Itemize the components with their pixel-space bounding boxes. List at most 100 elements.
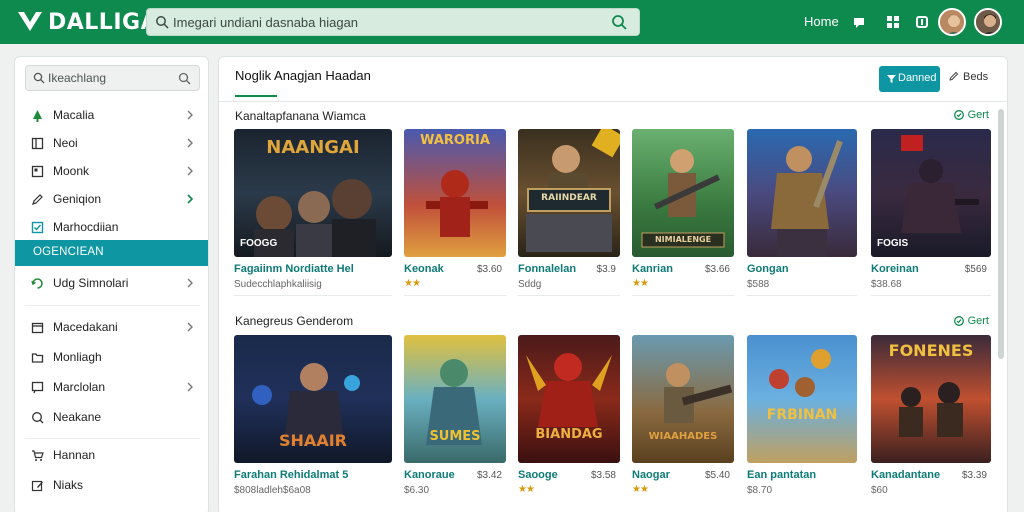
card-thumbnail: NAANGAI FOOGG <box>234 129 392 257</box>
pencil-icon <box>32 194 43 205</box>
card-subtitle: $6.30 <box>404 485 430 496</box>
avatar[interactable] <box>938 8 966 36</box>
settings-icon[interactable] <box>914 14 930 30</box>
card-rating: ★★ <box>404 278 421 289</box>
search-submit-icon[interactable] <box>178 72 191 85</box>
sidebar-item-macedakani[interactable]: Macedakani <box>15 314 208 340</box>
card-subtitle: Sudecchlaphkaliisig <box>234 279 322 290</box>
card-title: Kanrian <box>632 263 673 275</box>
chevron-right-icon <box>187 194 194 204</box>
card-price: $5.40 <box>704 470 730 481</box>
sidebar-item-moonk[interactable]: Moonk <box>15 158 208 184</box>
edit-icon <box>31 480 43 492</box>
secondary-action-button[interactable]: Beds <box>949 71 988 83</box>
sidebar-divider <box>25 438 200 439</box>
check-square-icon <box>31 221 44 234</box>
refresh-icon <box>31 278 43 289</box>
card-price: $569 <box>964 264 987 275</box>
sidebar-item-label: Macedakani <box>53 320 118 334</box>
section-see-all-link[interactable]: Gert <box>953 315 989 327</box>
global-search-input[interactable]: Imegari undiani dasnaba hiagan <box>146 8 640 36</box>
card-rating: ★★ <box>632 484 649 495</box>
top-bar: DALLIGAI Imegari undiani dasnaba hiagan … <box>0 0 1024 44</box>
card-thumbnail: FOGIS <box>871 129 991 257</box>
card-art-text: SHAAIR <box>279 431 347 450</box>
card-divider <box>404 295 506 296</box>
sidebar-divider <box>25 305 200 306</box>
header-divider <box>219 101 1007 102</box>
filter-icon <box>887 75 896 83</box>
card-title: Ean pantatan <box>747 469 817 481</box>
card-divider <box>747 295 857 296</box>
card-art-text: NIMIALENGE <box>654 235 712 244</box>
folder-icon <box>31 353 44 363</box>
chevron-right-icon <box>187 278 193 288</box>
sidebar-item-udg-simnolari[interactable]: Udg Simnolari <box>15 270 208 296</box>
sidebar-item-label: Neakane <box>53 410 102 424</box>
card-thumbnail: FONENES <box>871 335 991 463</box>
chevron-right-icon <box>187 138 193 148</box>
sidebar-item-neakane[interactable]: Neakane <box>15 404 208 430</box>
sidebar-item-hannan[interactable]: Hannan <box>15 442 208 468</box>
sidebar-item-marclolan[interactable]: Marclolan <box>15 374 208 400</box>
card-thumbnail: RAIINDEAR <box>518 129 620 257</box>
cart-icon <box>32 450 44 461</box>
card-thumbnail: FRBINAN <box>747 335 857 463</box>
search-icon <box>32 412 44 424</box>
card-thumbnail <box>747 129 857 257</box>
card-title: Keonak <box>404 263 444 275</box>
sidebar-item-label: Geniqion <box>53 192 102 206</box>
sidebar-item-niaks[interactable]: Niaks <box>15 472 208 498</box>
card-divider <box>234 295 392 296</box>
scrollbar[interactable] <box>998 109 1004 359</box>
sidebar-item-macalia[interactable]: Macalia <box>15 102 208 128</box>
card-price: $3.58 <box>590 470 616 481</box>
card-thumbnail: SUMES <box>404 335 506 463</box>
card-title: Kanoraue <box>404 469 455 481</box>
chevron-right-icon <box>187 166 193 176</box>
sidebar-search-input[interactable]: Ikeachlang <box>25 65 200 91</box>
card-art-text: SUMES <box>429 429 481 444</box>
card-title: Fonnalelan <box>518 263 577 275</box>
search-icon <box>156 16 169 29</box>
search-placeholder: Imegari undiani dasnaba hiagan <box>173 15 359 30</box>
sidebar: Ikeachlang Macalia Neoi Moonk Geniqion M… <box>14 56 209 512</box>
card-title: Fagaiinm Nordiatte Hel <box>234 263 354 275</box>
chevron-right-icon <box>187 110 193 120</box>
card-thumbnail: WIAAHADES <box>632 335 734 463</box>
chevron-right-icon <box>187 322 193 332</box>
sidebar-item-label: Hannan <box>53 448 96 462</box>
search-icon <box>33 72 45 84</box>
sidebar-item-ogenciean-active[interactable]: OGENCIEAN <box>15 240 208 266</box>
sidebar-item-label: Macalia <box>53 108 95 122</box>
sidebar-item-geniqion[interactable]: Geniqion <box>15 186 208 212</box>
notification-icon[interactable] <box>851 14 867 30</box>
card-subtitle: Sddg <box>518 279 542 290</box>
card-rating: ★★ <box>632 278 649 289</box>
sidebar-item-label: Neoi <box>53 136 78 150</box>
card-thumbnail: BIANDAG <box>518 335 620 463</box>
card-title: Naogar <box>632 469 670 481</box>
card-price: $3.9 <box>596 264 616 275</box>
chevron-right-icon <box>187 382 193 392</box>
sidebar-item-marhocdiian[interactable]: Marhocdiian <box>15 214 208 240</box>
sidebar-item-label: Marhocdiian <box>53 220 119 234</box>
primary-action-button[interactable]: Danned <box>879 66 940 92</box>
card-divider <box>518 295 620 296</box>
section-see-all-link[interactable]: Gert <box>953 109 989 121</box>
card-art-text: BIANDAG <box>535 427 603 442</box>
card-subtitle: $8.70 <box>747 485 773 496</box>
sidebar-item-neoi[interactable]: Neoi <box>15 130 208 156</box>
apps-icon[interactable] <box>885 14 901 30</box>
card-badge: FOGIS <box>877 238 909 249</box>
app-logo[interactable]: DALLIGAI <box>16 7 167 37</box>
card-title: Kanadantane <box>871 469 941 481</box>
section-title: Kanegreus Genderom <box>235 314 354 328</box>
home-link[interactable]: Home <box>804 14 839 29</box>
avatar-secondary[interactable] <box>974 8 1002 36</box>
card-title: Farahan Rehidalmat 5 <box>234 469 349 481</box>
sidebar-item-monliagh[interactable]: Monliagh <box>15 344 208 370</box>
sidebar-item-label: OGENCIEAN <box>33 246 104 258</box>
card-subtitle: $38.68 <box>871 279 902 290</box>
search-submit-icon[interactable] <box>611 14 627 30</box>
